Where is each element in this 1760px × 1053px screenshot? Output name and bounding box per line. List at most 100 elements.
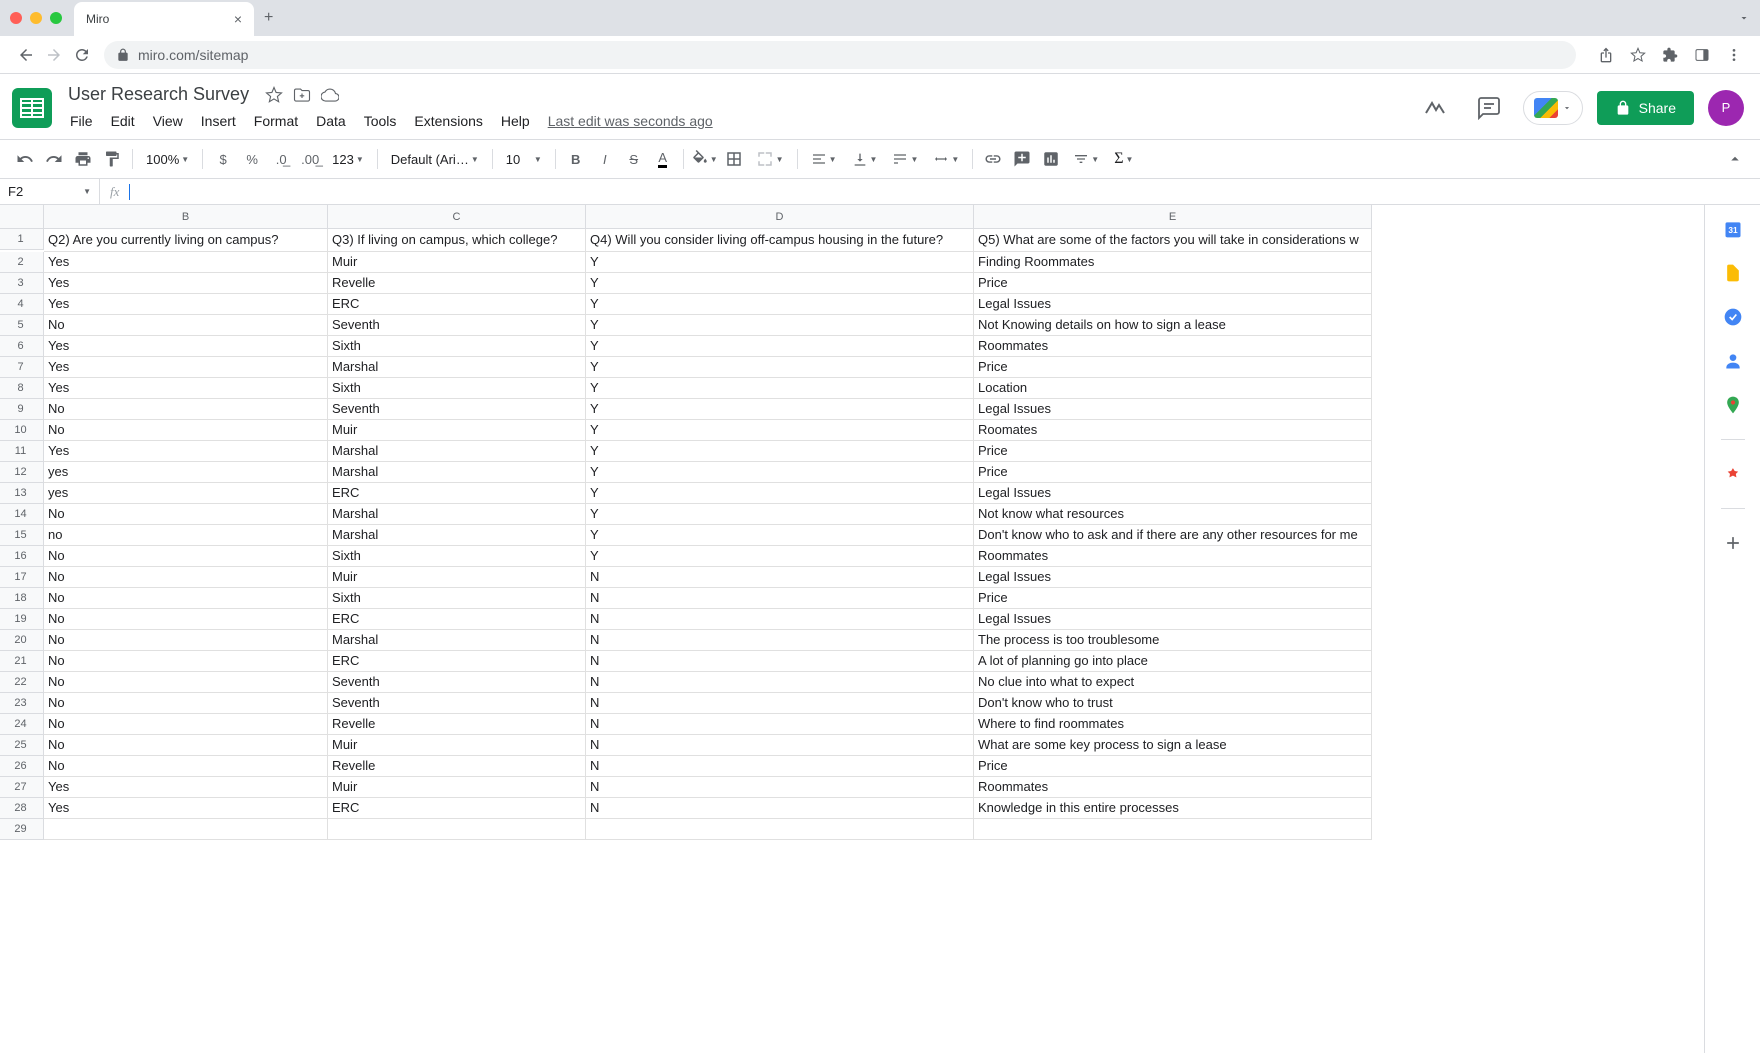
row-header-25[interactable]: 25 [0,735,44,756]
cell[interactable]: No [44,588,328,609]
cell[interactable]: Marshal [328,504,586,525]
more-formats-dropdown[interactable]: 123▼ [326,146,370,172]
text-rotation-dropdown[interactable]: ▼ [927,146,965,172]
menu-file[interactable]: File [62,109,101,133]
cell[interactable]: N [586,693,974,714]
cell[interactable]: Yes [44,378,328,399]
bold-icon[interactable]: B [563,146,589,172]
cell[interactable]: Revelle [328,756,586,777]
vertical-align-dropdown[interactable]: ▼ [846,146,884,172]
tasks-icon[interactable] [1723,307,1743,327]
cell[interactable]: Marshal [328,441,586,462]
cell[interactable]: No [44,546,328,567]
cell[interactable]: No [44,420,328,441]
cell[interactable]: Legal Issues [974,294,1372,315]
cell[interactable]: N [586,777,974,798]
cell[interactable]: N [586,588,974,609]
contacts-icon[interactable] [1723,351,1743,371]
menu-insert[interactable]: Insert [193,109,244,133]
zoom-dropdown[interactable]: 100%▼ [140,146,195,172]
column-header-E[interactable]: E [974,205,1372,229]
cell[interactable]: Q5) What are some of the factors you wil… [974,229,1372,252]
cell[interactable] [586,819,974,840]
currency-icon[interactable]: $ [210,146,236,172]
menu-format[interactable]: Format [246,109,306,133]
maps-icon[interactable] [1723,395,1743,415]
filter-dropdown[interactable]: ▼ [1067,146,1105,172]
cell[interactable]: Where to find roommates [974,714,1372,735]
cell[interactable]: Muir [328,777,586,798]
row-header-9[interactable]: 9 [0,399,44,420]
row-header-18[interactable]: 18 [0,588,44,609]
row-header-6[interactable]: 6 [0,336,44,357]
row-header-20[interactable]: 20 [0,630,44,651]
cell[interactable]: Revelle [328,714,586,735]
menu-view[interactable]: View [145,109,191,133]
cell[interactable]: Roomates [974,420,1372,441]
insert-link-icon[interactable] [980,146,1006,172]
cell[interactable]: N [586,672,974,693]
cell[interactable]: Knowledge in this entire processes [974,798,1372,819]
collapse-toolbar-icon[interactable] [1722,146,1748,172]
row-header-8[interactable]: 8 [0,378,44,399]
cell[interactable]: N [586,756,974,777]
cell[interactable]: Price [974,588,1372,609]
cell[interactable]: Muir [328,735,586,756]
cell[interactable]: Y [586,483,974,504]
cell[interactable]: N [586,567,974,588]
activity-icon[interactable] [1415,88,1455,128]
row-header-22[interactable]: 22 [0,672,44,693]
cell[interactable]: Yes [44,252,328,273]
cell[interactable]: Seventh [328,315,586,336]
cell[interactable]: ERC [328,609,586,630]
decrease-decimal-icon[interactable]: .0̲ [268,146,294,172]
share-button[interactable]: Share [1597,91,1694,125]
cell[interactable]: No [44,672,328,693]
cell[interactable]: Muir [328,252,586,273]
cell[interactable]: Legal Issues [974,609,1372,630]
cell[interactable]: No [44,504,328,525]
window-minimize[interactable] [30,12,42,24]
select-all-corner[interactable] [0,205,44,229]
row-header-1[interactable]: 1 [0,229,44,250]
increase-decimal-icon[interactable]: .00̲ [297,146,323,172]
cell[interactable]: Q3) If living on campus, which college? [328,229,586,252]
cell[interactable]: Y [586,462,974,483]
print-icon[interactable] [70,146,96,172]
cell[interactable]: Y [586,441,974,462]
cell[interactable]: Legal Issues [974,483,1372,504]
close-tab-icon[interactable]: × [234,11,242,27]
cell[interactable]: Roommates [974,546,1372,567]
row-header-2[interactable]: 2 [0,252,44,273]
row-header-5[interactable]: 5 [0,315,44,336]
cell[interactable]: Y [586,252,974,273]
cell[interactable]: No [44,714,328,735]
cell[interactable]: ERC [328,651,586,672]
name-box[interactable]: F2 ▼ [0,179,100,204]
cell[interactable]: ERC [328,483,586,504]
cell[interactable]: Price [974,462,1372,483]
new-tab-button[interactable]: + [264,9,273,27]
cell[interactable]: Yes [44,798,328,819]
cell[interactable]: Price [974,441,1372,462]
cell[interactable]: N [586,630,974,651]
keep-icon[interactable] [1723,263,1743,283]
cell[interactable]: Q4) Will you consider living off-campus … [586,229,974,252]
cell[interactable]: N [586,714,974,735]
cell[interactable]: What are some key process to sign a leas… [974,735,1372,756]
cell[interactable]: Legal Issues [974,399,1372,420]
last-edit-link[interactable]: Last edit was seconds ago [548,113,713,129]
spreadsheet-grid[interactable]: BCDE1Q2) Are you currently living on cam… [0,205,1704,840]
row-header-29[interactable]: 29 [0,819,44,840]
row-header-19[interactable]: 19 [0,609,44,630]
cell[interactable]: Yes [44,441,328,462]
cell[interactable]: Muir [328,420,586,441]
row-header-7[interactable]: 7 [0,357,44,378]
cell[interactable]: Sixth [328,336,586,357]
cell[interactable]: Finding Roommates [974,252,1372,273]
cell[interactable]: No [44,630,328,651]
insert-chart-icon[interactable] [1038,146,1064,172]
cell[interactable]: yes [44,483,328,504]
cell[interactable] [328,819,586,840]
merge-cells-dropdown[interactable]: ▼ [750,146,790,172]
